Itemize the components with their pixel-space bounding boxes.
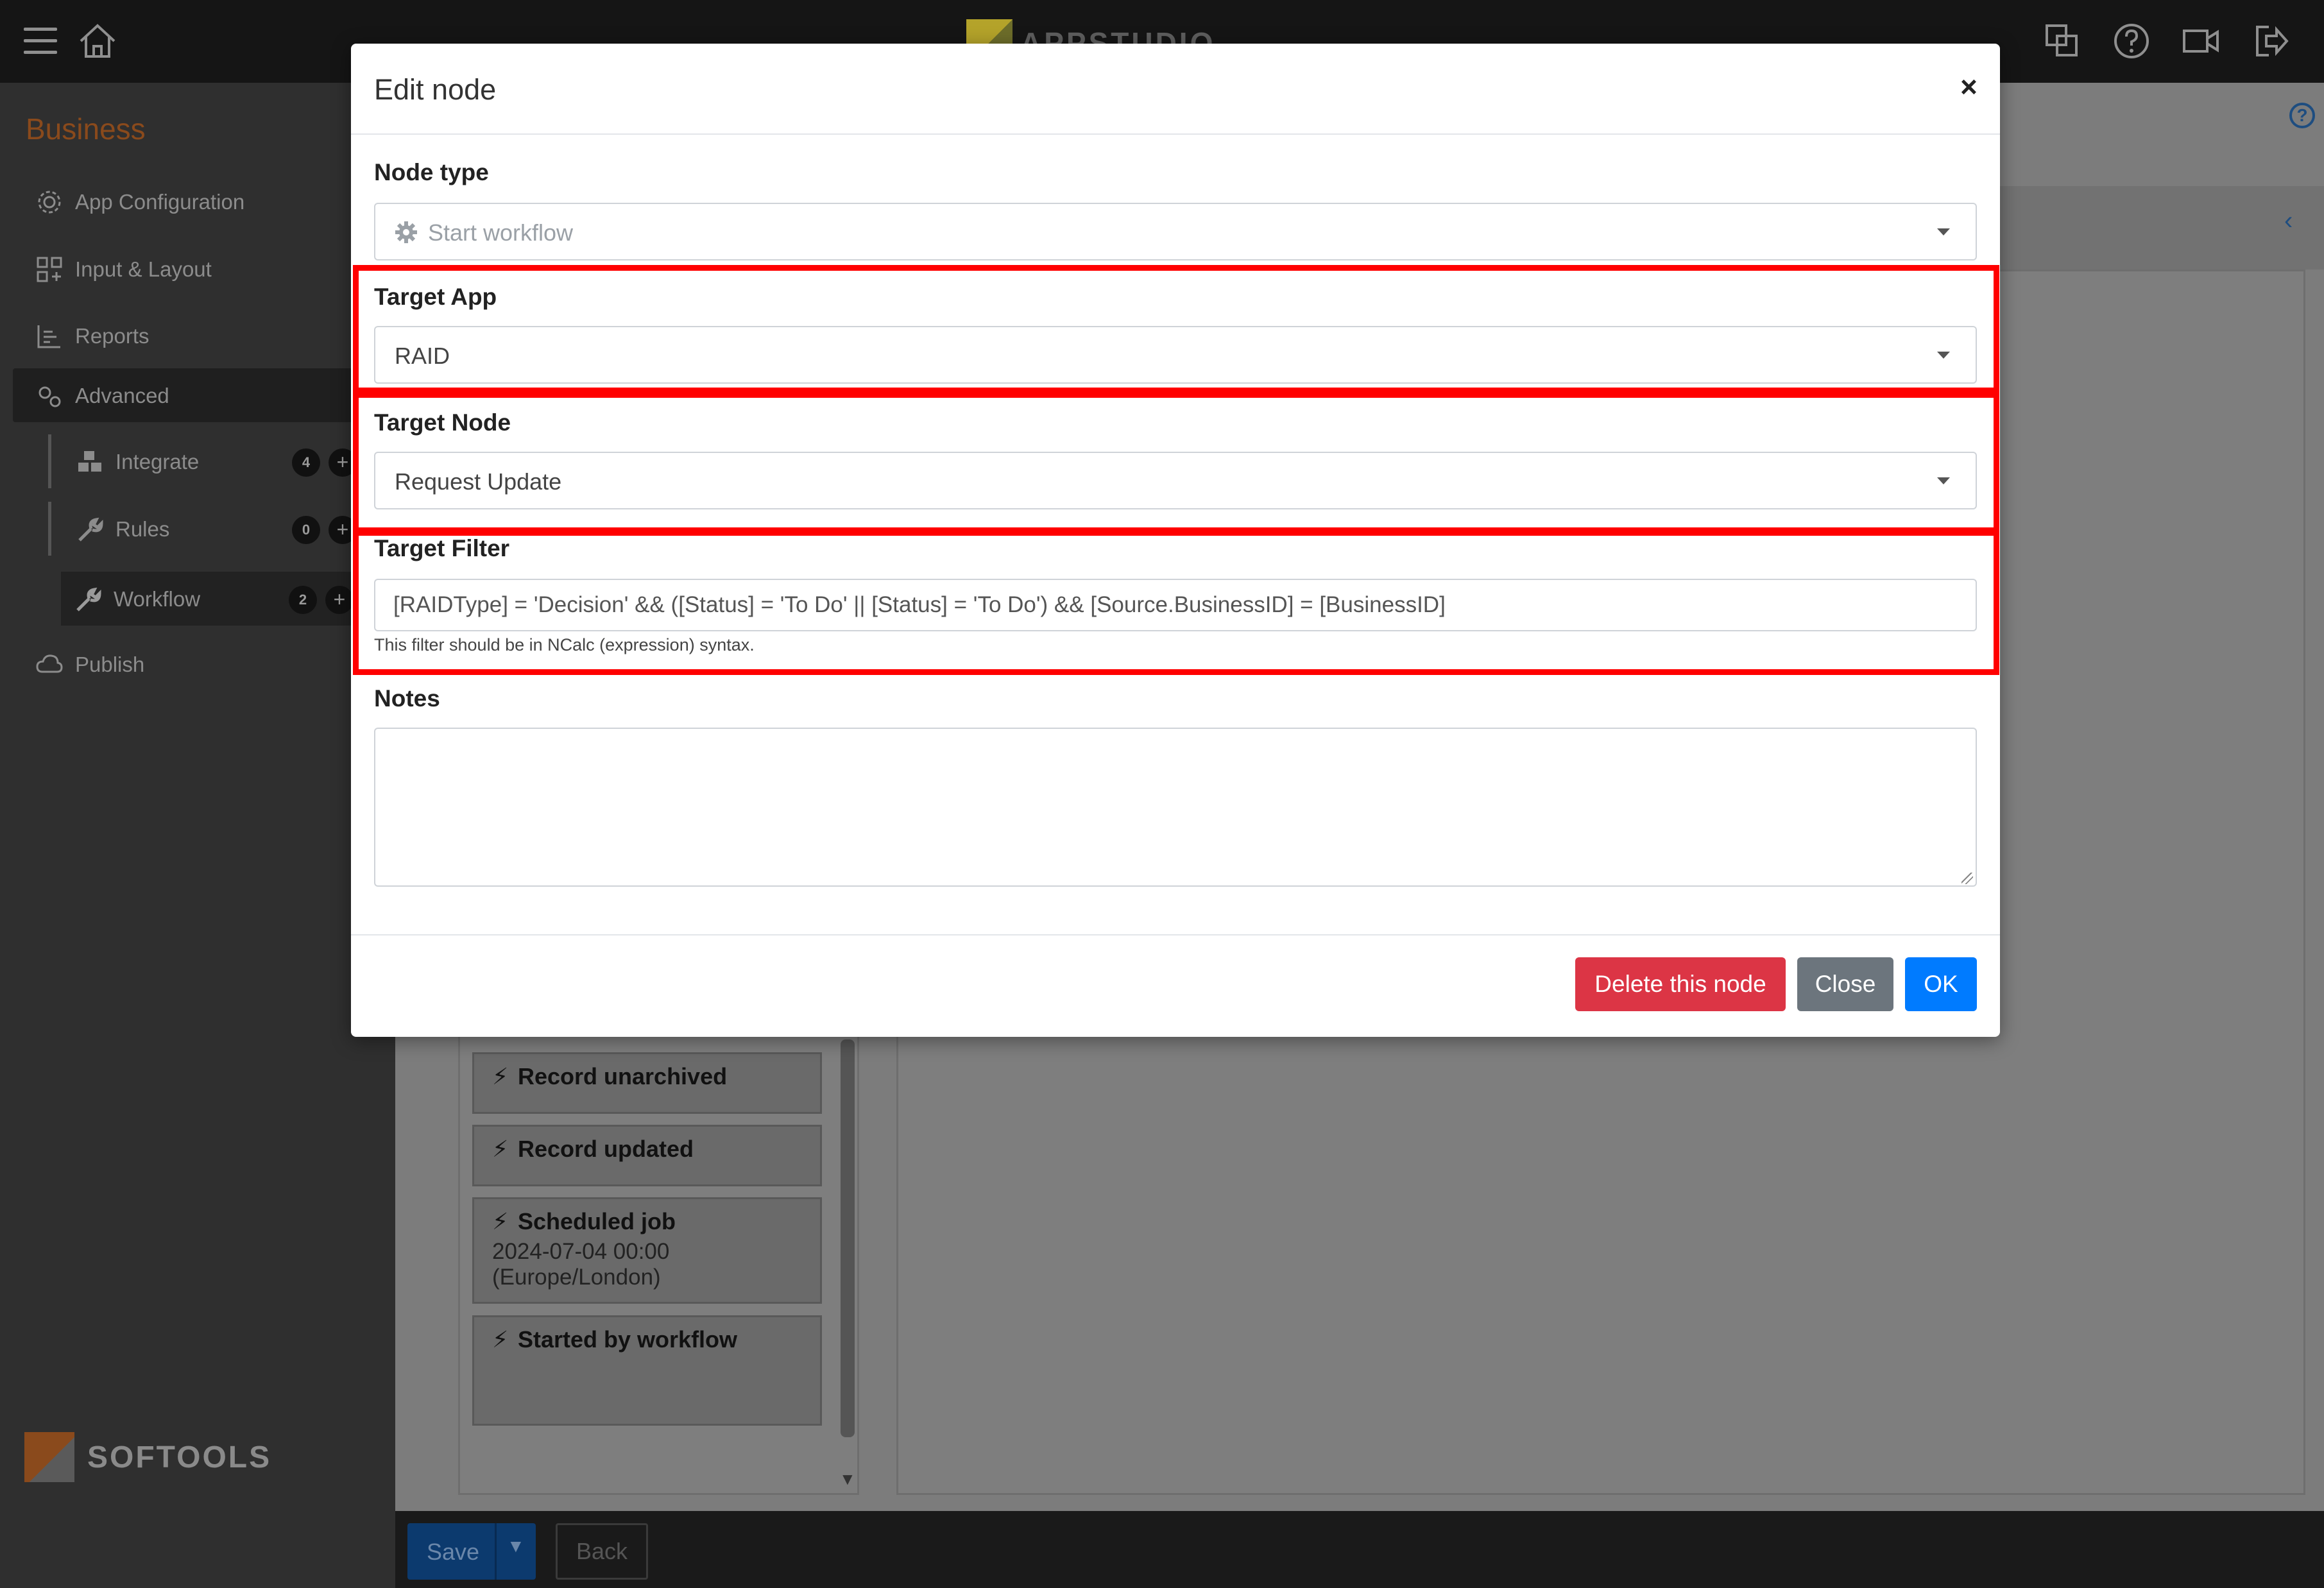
sidebar-subitem-workflow[interactable]: Workflow 2 + bbox=[61, 572, 395, 626]
sidebar-item-label: Input & Layout bbox=[75, 257, 212, 281]
caret-down-icon bbox=[1937, 228, 1950, 235]
count-badge: 4 bbox=[292, 448, 320, 477]
resize-handle-icon[interactable] bbox=[1961, 873, 1973, 884]
notes-textarea[interactable] bbox=[374, 728, 1977, 887]
delete-node-button[interactable]: Delete this node bbox=[1575, 957, 1786, 1011]
gear-icon bbox=[395, 221, 417, 243]
chevron-left-icon[interactable]: ‹ bbox=[2284, 207, 2293, 235]
trigger-record-unarchived[interactable]: ⚡ Record unarchived bbox=[472, 1052, 822, 1114]
highlight-target-filter bbox=[353, 530, 1999, 675]
schedule-datetime: 2024-07-04 00:00 bbox=[492, 1239, 670, 1264]
scroll-down-icon[interactable]: ▼ bbox=[839, 1469, 856, 1489]
modal-footer-divider bbox=[351, 934, 2000, 935]
schedule-timezone: (Europe/London) bbox=[492, 1265, 661, 1290]
sidebar-item-label: App Configuration bbox=[75, 190, 245, 214]
copy-icon[interactable] bbox=[2043, 22, 2081, 60]
cloud-icon bbox=[36, 654, 63, 673]
notes-label: Notes bbox=[374, 685, 440, 712]
scrollbar[interactable] bbox=[841, 1039, 855, 1437]
section-title: Business bbox=[26, 112, 146, 146]
logout-icon[interactable] bbox=[2252, 22, 2291, 60]
report-icon bbox=[37, 325, 60, 348]
bolt-icon: ⚡ bbox=[492, 1326, 509, 1353]
save-button[interactable]: Save ▼ bbox=[407, 1523, 536, 1580]
caret-down-icon[interactable]: ▼ bbox=[507, 1536, 525, 1557]
modal-header: Edit node × bbox=[351, 44, 2000, 135]
sidebar-item-label: Integrate bbox=[115, 450, 200, 474]
wrench-icon bbox=[76, 587, 101, 611]
ok-button[interactable]: OK bbox=[1905, 957, 1977, 1011]
sidebar-subitem-rules[interactable]: Rules 0 + bbox=[48, 502, 395, 556]
video-icon[interactable] bbox=[2182, 22, 2220, 60]
node-type-label: Node type bbox=[374, 159, 489, 185]
add-icon[interactable]: + bbox=[325, 586, 354, 614]
trigger-started-by-workflow[interactable]: ⚡ Started by workflow bbox=[472, 1315, 822, 1426]
bolt-icon: ⚡ bbox=[492, 1208, 509, 1234]
help-icon[interactable] bbox=[2112, 22, 2151, 60]
footer-brand: SOFTOOLS bbox=[87, 1440, 272, 1474]
bolt-icon: ⚡ bbox=[492, 1136, 509, 1162]
close-icon[interactable]: × bbox=[1960, 69, 1978, 104]
sidebar-item-app-configuration[interactable]: App Configuration bbox=[0, 175, 395, 228]
cogs-icon bbox=[38, 386, 61, 407]
sidebar-item-label: Workflow bbox=[114, 587, 201, 611]
sidebar: Business App Configuration Input & Layou… bbox=[0, 83, 398, 1588]
sidebar-subitem-integrate[interactable]: Integrate 4 + bbox=[48, 434, 395, 488]
home-icon[interactable] bbox=[77, 22, 118, 60]
sidebar-item-label: Advanced bbox=[75, 384, 169, 407]
gear-icon bbox=[38, 191, 61, 214]
count-badge: 0 bbox=[292, 516, 320, 544]
sidebar-item-input-layout[interactable]: Input & Layout bbox=[0, 242, 395, 296]
softools-logo bbox=[24, 1432, 74, 1482]
menu-icon[interactable] bbox=[24, 28, 57, 55]
cubes-icon bbox=[78, 451, 101, 472]
sidebar-item-label: Rules bbox=[115, 517, 170, 541]
bottom-bar bbox=[395, 1511, 2324, 1588]
trigger-record-updated[interactable]: ⚡ Record updated bbox=[472, 1125, 822, 1186]
count-badge: 2 bbox=[289, 586, 317, 614]
node-type-select: Start workflow bbox=[374, 203, 1977, 260]
close-button[interactable]: Close bbox=[1797, 957, 1893, 1011]
sidebar-item-publish[interactable]: Publish bbox=[0, 637, 395, 691]
grid-icon bbox=[37, 257, 62, 282]
back-button[interactable]: Back bbox=[556, 1523, 648, 1580]
highlight-target-app bbox=[353, 265, 1999, 393]
bolt-icon: ⚡ bbox=[492, 1063, 509, 1089]
modal-title: Edit node bbox=[374, 73, 497, 106]
highlight-target-node bbox=[353, 392, 1999, 533]
sidebar-item-reports[interactable]: Reports bbox=[0, 309, 395, 363]
trigger-scheduled-job[interactable]: ⚡ Scheduled job 2024-07-04 00:00 (Europe/… bbox=[472, 1197, 822, 1304]
sidebar-item-advanced[interactable]: Advanced bbox=[13, 368, 398, 422]
help-circle-icon[interactable]: ? bbox=[2289, 103, 2315, 128]
sidebar-item-label: Reports bbox=[75, 324, 150, 348]
wrench-icon bbox=[78, 517, 103, 542]
sidebar-item-label: Publish bbox=[75, 653, 145, 676]
node-type-value: Start workflow bbox=[428, 219, 574, 246]
